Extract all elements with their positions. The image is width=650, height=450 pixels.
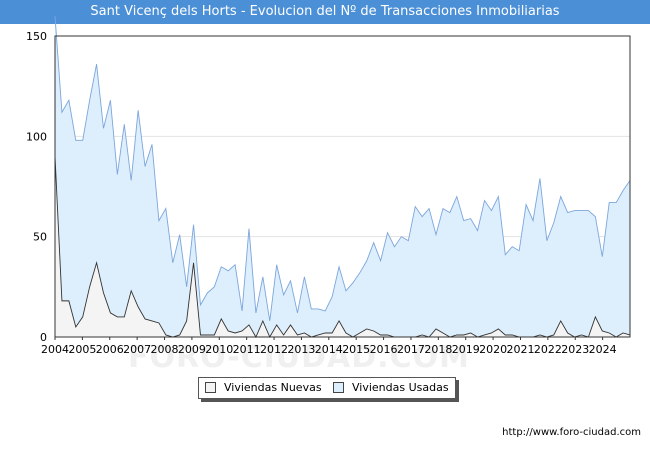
legend-item-nuevas: Viviendas Nuevas (205, 381, 322, 394)
x-tick-label: 2012 (260, 343, 288, 356)
x-tick-label: 2022 (534, 343, 562, 356)
x-tick-label: 2010 (205, 343, 233, 356)
x-tick-label: 2017 (397, 343, 425, 356)
x-tick-label: 2006 (96, 343, 124, 356)
x-tick-label: 2015 (342, 343, 370, 356)
x-tick-label: 2021 (506, 343, 534, 356)
x-tick-label: 2007 (123, 343, 151, 356)
legend-item-usadas: Viviendas Usadas (333, 381, 449, 394)
x-tick-label: 2018 (424, 343, 452, 356)
legend-label-usadas: Viviendas Usadas (352, 381, 449, 394)
x-tick-label: 2008 (151, 343, 179, 356)
x-tick-label: 2014 (315, 343, 343, 356)
legend-swatch-nuevas (205, 382, 216, 393)
x-axis: 2004 2005 2006 2007 2008 2009 2010 2011 2012 2013… (41, 337, 617, 356)
x-tick-label: 2016 (370, 343, 398, 356)
y-axis: 050100150 (26, 30, 47, 344)
y-tick-label: 100 (26, 130, 47, 143)
x-tick-label: 2019 (452, 343, 480, 356)
legend: Viviendas Nuevas Viviendas Usadas (198, 377, 456, 399)
legend-label-nuevas: Viviendas Nuevas (224, 381, 322, 394)
x-tick-label: 2005 (68, 343, 96, 356)
source-url: http://www.foro-ciudad.com (502, 427, 641, 438)
x-tick-label: 2013 (287, 343, 315, 356)
x-tick-label: 2011 (233, 343, 261, 356)
y-tick-label: 150 (26, 30, 47, 43)
y-tick-label: 50 (33, 231, 47, 244)
x-tick-label: 2004 (41, 343, 69, 356)
x-tick-label: 2023 (561, 343, 589, 356)
legend-swatch-usadas (333, 382, 344, 393)
x-tick-label: 2024 (589, 343, 617, 356)
x-tick-label: 2009 (178, 343, 206, 356)
x-tick-label: 2020 (479, 343, 507, 356)
